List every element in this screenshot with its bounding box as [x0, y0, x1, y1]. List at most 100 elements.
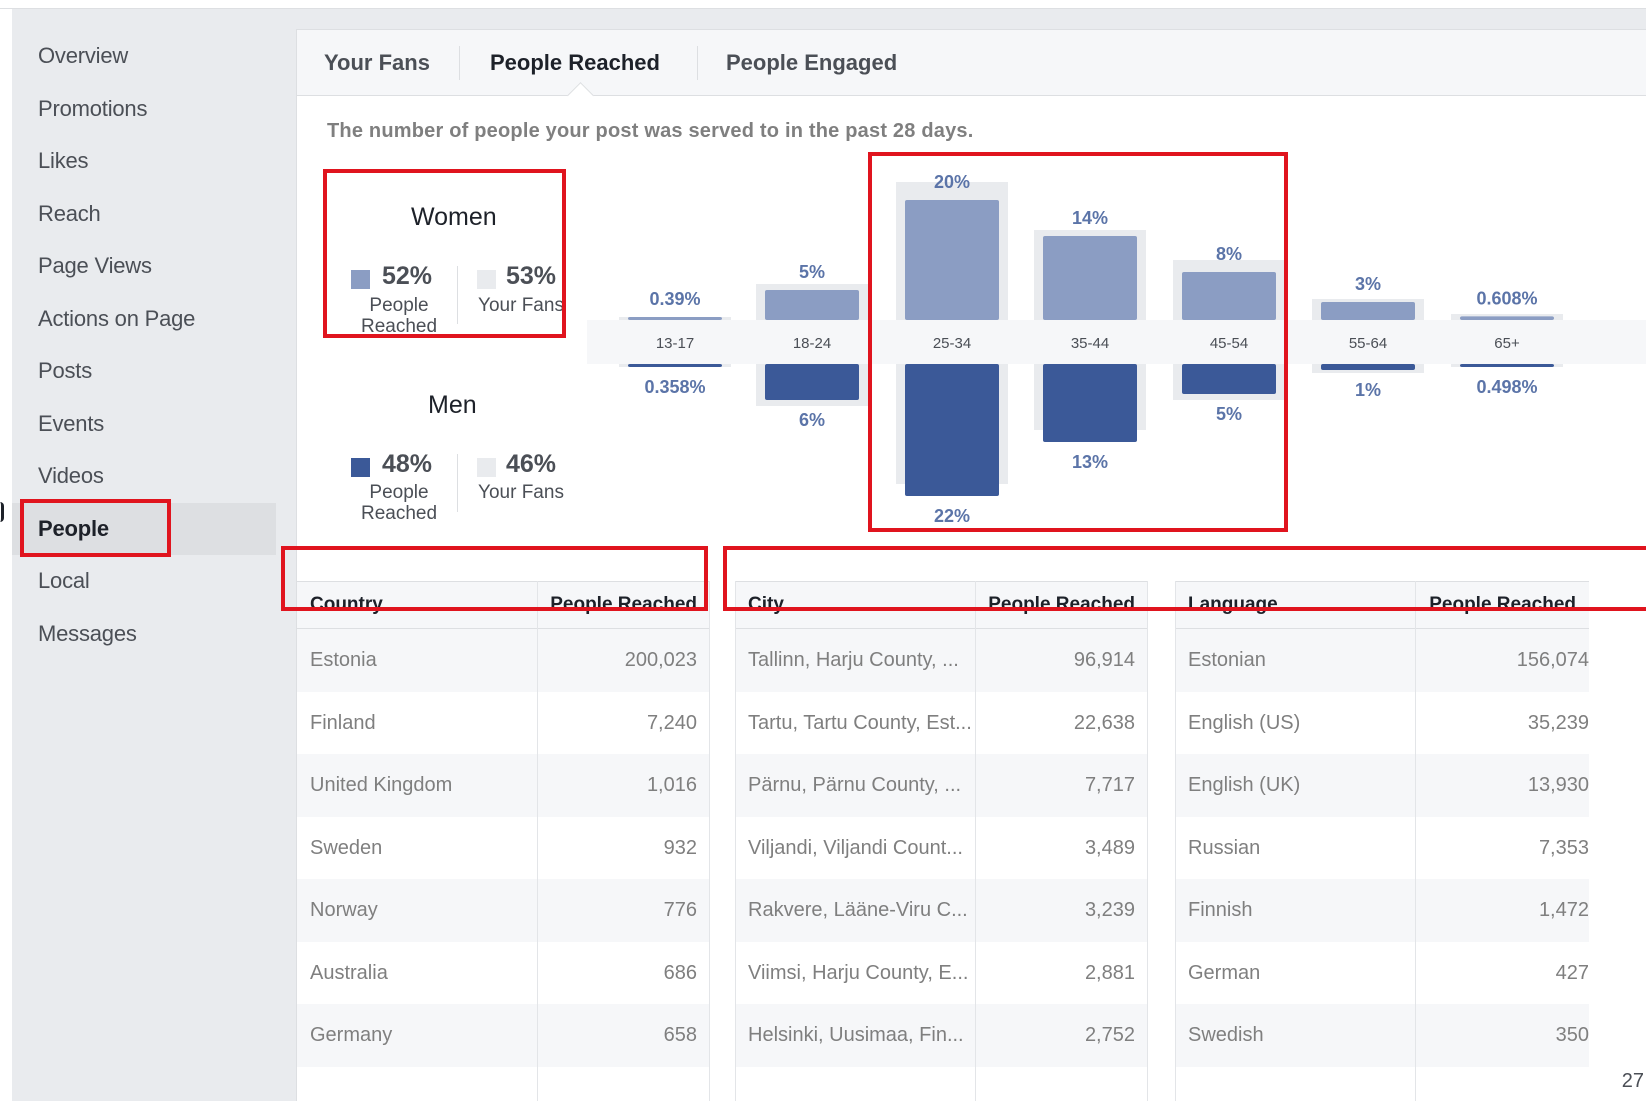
women-reached-bar [1460, 316, 1554, 320]
city-reached-cell: 7,717 [1084, 774, 1135, 796]
column-divider [537, 581, 538, 1101]
people-insights-panel: Your Fans People Reached People Engaged … [296, 29, 1646, 1101]
city-name-cell: Helsinki, Uusimaa, Fin... [748, 1024, 964, 1046]
language-reached-cell: 35,239 [1527, 711, 1589, 734]
sidebar-item-reach[interactable]: Reach [12, 188, 276, 241]
column-divider [1175, 581, 1176, 1101]
table-row: Viimsi, Harju County, E... 2,881 [735, 942, 1148, 1005]
country-column-header[interactable]: Country [310, 582, 383, 628]
table-row: Estonian 156,074 [1175, 629, 1589, 692]
city-reached-cell: 3,489 [1084, 836, 1135, 859]
sidebar-item-videos[interactable]: Videos [12, 450, 276, 503]
language-reached-cell: 156,074 [1516, 649, 1589, 671]
age-axis-band [587, 320, 1646, 364]
sidebar-item-posts[interactable]: Posts [12, 345, 276, 398]
country-table-body: Estonia 200,023 Finland 7,240 United Kingdom… [297, 629, 710, 1067]
country-reached-cell: 686 [663, 961, 697, 984]
city-name-cell: Tartu, Tartu County, Est... [748, 711, 972, 734]
country-table-header: Country People Reached [297, 581, 710, 629]
sidebar-item-likes[interactable]: Likes [12, 135, 276, 188]
men-percent-label: 1% [1355, 380, 1381, 400]
language-reached-column-header[interactable]: People Reached [1429, 582, 1576, 628]
women-percent-label: 8% [1216, 244, 1242, 264]
table-row: English (US) 35,239 [1175, 692, 1589, 755]
language-name-cell: Estonian [1188, 649, 1266, 671]
column-divider [1415, 581, 1416, 1101]
age-tick-label: 13-17 [656, 335, 694, 352]
sidebar-item-actions-on-page[interactable]: Actions on Page [12, 293, 276, 346]
city-name-cell: Tallinn, Harju County, ... [748, 649, 959, 671]
women-reached-bar [1043, 236, 1137, 320]
country-reached-cell: 776 [663, 899, 697, 921]
men-reached-bar [1321, 364, 1415, 370]
men-reached-bar [765, 364, 859, 400]
city-reached-column-header[interactable]: People Reached [988, 582, 1135, 628]
men-reached-bar [1043, 364, 1137, 442]
language-reached-cell: 1,472 [1538, 899, 1589, 921]
country-name-cell: Australia [310, 961, 388, 984]
sidebar-item-people[interactable]: People [12, 502, 276, 555]
city-name-cell: Viimsi, Harju County, E... [748, 961, 969, 984]
men-percent-label: 0.498% [1476, 377, 1537, 397]
table-row: Finland 7,240 [297, 692, 710, 755]
slide-page-number: 27 [1621, 1070, 1644, 1092]
window-top-edge [0, 0, 1646, 9]
women-reached-bar [1182, 272, 1276, 320]
sidebar-item-messages[interactable]: Messages [12, 608, 276, 661]
column-divider [735, 581, 736, 1101]
country-name-cell: Norway [310, 899, 378, 921]
men-reached-bar [628, 364, 722, 367]
men-reached-bar [905, 364, 999, 496]
men-reached-bar [1182, 364, 1276, 394]
sidebar-item-page-views[interactable]: Page Views [12, 240, 276, 293]
women-reached-bar [628, 317, 722, 320]
sidebar-item-promotions[interactable]: Promotions [12, 83, 276, 136]
column-divider [975, 581, 976, 1101]
table-row: Germany 658 [297, 1004, 710, 1067]
women-reached-bar [765, 290, 859, 320]
table-row: Russian 7,353 [1175, 817, 1589, 880]
women-percent-label: 5% [799, 262, 825, 282]
country-name-cell: Germany [310, 1024, 393, 1046]
country-reached-cell: 200,023 [624, 649, 697, 671]
country-name-cell: Sweden [310, 836, 383, 859]
age-tick-label: 25-34 [933, 335, 971, 352]
city-reached-cell: 96,914 [1073, 649, 1135, 671]
language-table-body: Estonian 156,074 English (US) 35,239 English… [1175, 629, 1589, 1067]
language-reached-cell: 13,930 [1527, 774, 1589, 796]
insights-sidebar: Overview Promotions Likes Reach Page Vie… [12, 30, 276, 660]
table-row: German 427 [1175, 942, 1589, 1005]
table-row: Viljandi, Viljandi Count... 3,489 [735, 817, 1148, 880]
age-gender-bar-chart: 0.39% 0.358% 13-17 5% 6% 18-24 20% 22% 25-34 14% 1… [587, 172, 1646, 526]
language-name-cell: Swedish [1188, 1024, 1264, 1046]
language-column-header[interactable]: Language [1188, 582, 1278, 628]
language-name-cell: Russian [1188, 836, 1261, 859]
country-reached-column-header[interactable]: People Reached [550, 582, 697, 628]
sidebar-item-overview[interactable]: Overview [12, 30, 276, 83]
table-row: Helsinki, Uusimaa, Fin... 2,752 [735, 1004, 1148, 1067]
sidebar-item-events[interactable]: Events [12, 398, 276, 451]
age-tick-label: 45-54 [1210, 335, 1248, 352]
table-row: Sweden 932 [297, 817, 710, 880]
column-divider [709, 581, 710, 1101]
language-table-header: Language People Reached [1175, 581, 1589, 629]
city-table-body: Tallinn, Harju County, ... 96,914 Tartu, T… [735, 629, 1148, 1067]
cropped-edge-mark [0, 502, 4, 522]
sidebar-item-local[interactable]: Local [12, 555, 276, 608]
language-reached-cell: 427 [1555, 961, 1589, 984]
city-column-header[interactable]: City [748, 582, 784, 628]
country-reached-cell: 658 [663, 1024, 697, 1046]
women-percent-label: 0.608% [1476, 288, 1537, 308]
language-name-cell: German [1188, 961, 1261, 984]
table-row: Estonia 200,023 [297, 629, 710, 692]
city-name-cell: Pärnu, Pärnu County, ... [748, 774, 962, 796]
language-name-cell: English (US) [1188, 711, 1301, 734]
table-row: Tartu, Tartu County, Est... 22,638 [735, 692, 1148, 755]
country-table: Country People Reached Estonia 200,023 Fin… [297, 581, 710, 1101]
table-row: Rakvere, Lääne-Viru C... 3,239 [735, 879, 1148, 942]
table-row: United Kingdom 1,016 [297, 754, 710, 817]
age-tick-label: 65+ [1494, 335, 1520, 352]
women-reached-bar [905, 200, 999, 320]
women-reached-bar [1321, 302, 1415, 320]
men-percent-label: 13% [1072, 452, 1108, 472]
